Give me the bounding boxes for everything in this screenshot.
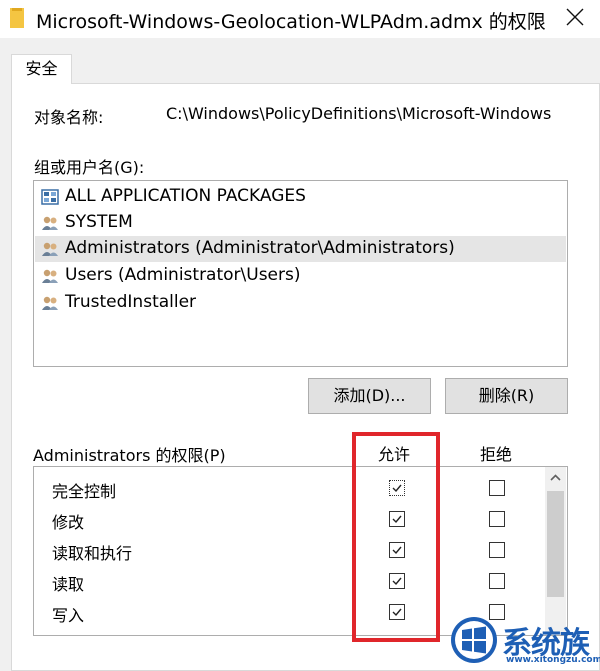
watermark: 系统族 www.xitongzu.com <box>446 606 600 671</box>
permission-row-read-execute: 读取和执行 <box>34 535 544 566</box>
permissions-label: Administrators 的权限(P) <box>33 446 226 465</box>
deny-checkbox[interactable] <box>489 480 505 496</box>
list-item-system[interactable]: SYSTEM <box>35 210 566 236</box>
add-button[interactable]: 添加(D)... <box>308 378 431 414</box>
list-item-label: Users (Administrator\Users) <box>65 265 301 285</box>
app-packages-icon <box>41 189 59 205</box>
permission-row-modify: 修改 <box>34 504 544 535</box>
deny-checkbox[interactable] <box>489 542 505 558</box>
users-icon <box>42 216 58 230</box>
list-item-label: ALL APPLICATION PACKAGES <box>65 186 306 206</box>
users-icon <box>42 242 58 256</box>
groups-label: 组或用户名(G): <box>34 158 145 177</box>
allow-column-highlight <box>352 432 440 642</box>
list-item-label: TrustedInstaller <box>65 292 197 312</box>
deny-checkbox[interactable] <box>489 511 505 527</box>
permission-name: 读取 <box>52 575 85 594</box>
tab-security[interactable]: 安全 <box>11 54 72 84</box>
object-name-label: 对象名称: <box>34 108 104 127</box>
permission-name: 修改 <box>52 513 85 532</box>
users-icon <box>42 269 58 283</box>
close-button[interactable] <box>552 0 600 36</box>
chevron-up-icon <box>550 474 561 481</box>
list-item-users[interactable]: Users (Administrator\Users) <box>35 263 566 289</box>
users-listbox[interactable]: ALL APPLICATION PACKAGES SYSTEM Administ… <box>33 180 568 367</box>
object-name-value: C:\Windows\PolicyDefinitions\Microsoft-W… <box>166 104 552 123</box>
windows-logo-icon <box>451 617 497 663</box>
permission-row-full-control: 完全控制 <box>34 473 544 504</box>
users-icon <box>42 296 58 310</box>
list-item-label: Administrators (Administrator\Administra… <box>65 238 455 258</box>
permission-name: 读取和执行 <box>52 544 133 563</box>
deny-checkbox[interactable] <box>489 573 505 589</box>
list-item-administrators[interactable]: Administrators (Administrator\Administra… <box>35 236 566 262</box>
permission-row-read: 读取 <box>34 566 544 597</box>
window-title: Microsoft-Windows-Geolocation-WLPAdm.adm… <box>36 11 546 33</box>
list-item-label: SYSTEM <box>65 212 133 232</box>
scrollbar-thumb[interactable] <box>547 491 564 597</box>
scroll-up-button[interactable] <box>545 467 566 489</box>
list-item-trustedinstaller[interactable]: TrustedInstaller <box>35 290 566 316</box>
permission-name: 写入 <box>52 606 85 625</box>
title-bar: Microsoft-Windows-Geolocation-WLPAdm.adm… <box>0 0 600 38</box>
watermark-url: www.xitongzu.com <box>506 655 600 665</box>
close-icon <box>566 8 584 26</box>
deny-column-header: 拒绝 <box>480 445 513 464</box>
list-item-all-application-packages[interactable]: ALL APPLICATION PACKAGES <box>35 184 566 210</box>
file-icon <box>10 8 24 28</box>
permission-name: 完全控制 <box>52 482 117 501</box>
remove-button[interactable]: 删除(R) <box>445 378 568 414</box>
